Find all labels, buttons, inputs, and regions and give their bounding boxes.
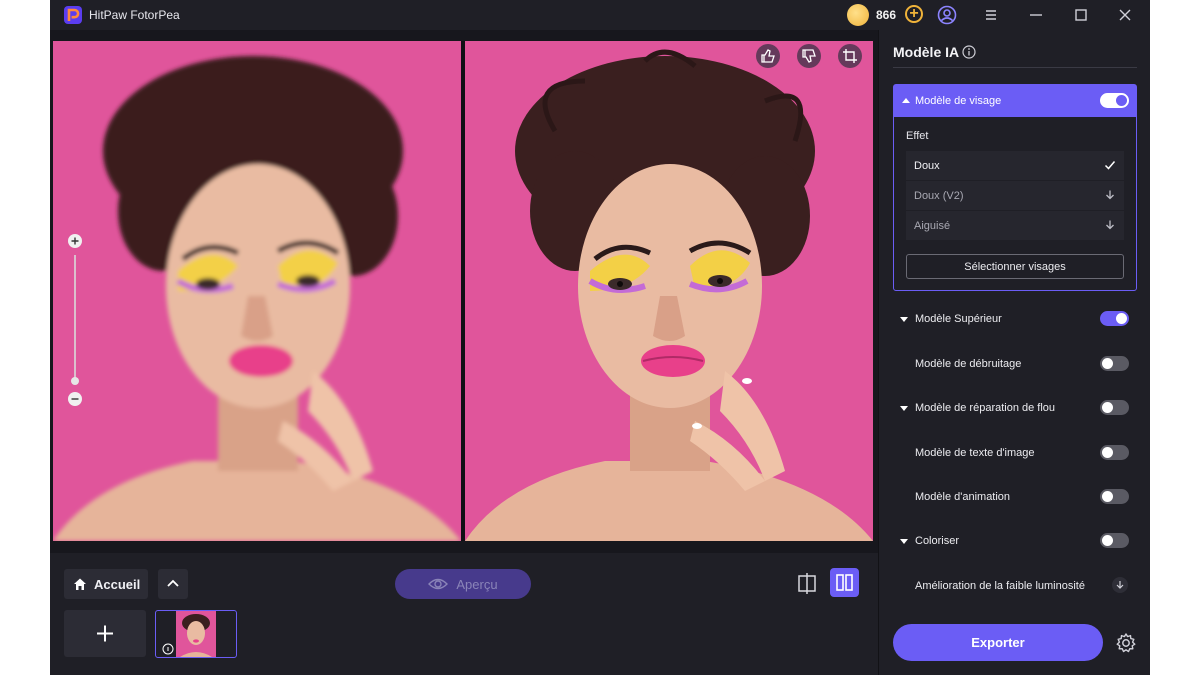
download-icon[interactable] [1104, 189, 1116, 201]
deblur-model-toggle[interactable] [1100, 400, 1129, 415]
image-thumbnail[interactable] [155, 610, 237, 658]
face-model-header[interactable]: Modèle de visage [894, 85, 1136, 117]
enhanced-photo [465, 41, 873, 541]
download-icon[interactable] [1104, 219, 1116, 231]
crop-button[interactable] [838, 44, 862, 68]
model-label: Modèle de texte d'image [915, 447, 1035, 459]
export-button[interactable]: Exporter [893, 624, 1103, 661]
app-window: HitPaw FotorPea 866 + Accueil Aperçu Mod… [50, 0, 1150, 675]
face-model-label: Modèle de visage [915, 95, 1002, 107]
superior-model-toggle[interactable] [1100, 311, 1129, 326]
user-account-icon[interactable] [937, 5, 957, 25]
minimize-icon[interactable] [1026, 5, 1046, 25]
animation-model-toggle[interactable] [1100, 489, 1129, 504]
effect-option-doux-v2[interactable]: Doux (V2) [906, 181, 1124, 211]
split-view-icon[interactable] [794, 569, 820, 597]
text-image-model-toggle[interactable] [1100, 445, 1129, 460]
info-icon[interactable] [962, 45, 976, 59]
effect-title: Effet [906, 130, 929, 142]
crop-icon [843, 49, 857, 63]
caret-down-icon [900, 317, 908, 322]
plus-icon [97, 625, 113, 642]
effect-option-label: Doux (V2) [914, 190, 964, 202]
coin-icon [847, 4, 869, 26]
model-label: Modèle de débruitage [915, 358, 1022, 370]
model-label: Modèle Supérieur [915, 313, 1002, 325]
side-by-side-view-button[interactable] [830, 568, 859, 597]
home-button[interactable]: Accueil [64, 569, 148, 599]
maximize-icon[interactable] [1071, 5, 1091, 25]
chevron-up-icon [167, 579, 179, 587]
thumbs-down-icon [802, 49, 816, 63]
app-title: HitPaw FotorPea [89, 8, 180, 22]
select-faces-button[interactable]: Sélectionner visages [906, 254, 1124, 279]
thumbs-up-icon [761, 49, 775, 63]
model-label: Modèle d'animation [915, 491, 1011, 503]
zoom-slider[interactable] [67, 233, 83, 408]
download-icon [1116, 581, 1124, 589]
low-light-download-button[interactable] [1112, 577, 1128, 593]
title-bar: HitPaw FotorPea 866 + [50, 0, 1150, 30]
preview-label: Aperçu [456, 576, 498, 592]
panel-divider [893, 67, 1137, 68]
face-model-toggle[interactable] [1100, 93, 1129, 108]
colorize-model-toggle[interactable] [1100, 533, 1129, 548]
effect-option-aiguise[interactable]: Aiguisé [906, 211, 1124, 241]
eye-icon [428, 578, 449, 590]
caret-up-icon [902, 98, 910, 103]
menu-icon[interactable] [981, 5, 1001, 25]
original-photo [53, 41, 461, 541]
caret-down-icon [900, 539, 908, 544]
panel-title: Modèle IA [893, 44, 960, 60]
image-canvas [50, 30, 878, 553]
dislike-button[interactable] [797, 44, 821, 68]
model-label: Coloriser [915, 535, 960, 547]
bottom-toolbar: Accueil Aperçu [50, 553, 878, 675]
effect-option-label: Doux [914, 160, 940, 172]
coin-count: 866 [876, 8, 897, 22]
close-icon[interactable] [1115, 5, 1135, 25]
gear-icon[interactable] [1115, 632, 1137, 654]
collapse-button[interactable] [158, 569, 188, 599]
effect-option-doux[interactable]: Doux [906, 151, 1124, 181]
info-badge-icon [162, 643, 174, 655]
ai-model-panel: Modèle IA Modèle de visage Effet Doux Do [878, 30, 1150, 675]
check-icon [1104, 161, 1116, 170]
add-image-button[interactable] [64, 610, 146, 657]
model-label: Modèle de réparation de flou [915, 402, 1056, 414]
face-model-section: Modèle de visage Effet Doux Doux (V2) Ai… [893, 84, 1137, 291]
home-icon [74, 578, 86, 590]
effect-option-label: Aiguisé [914, 220, 951, 232]
app-logo-icon [64, 6, 82, 24]
side-by-side-icon [836, 574, 853, 591]
add-coins-button[interactable]: + [905, 5, 923, 23]
model-label: Amélioration de la faible luminosité [915, 580, 1085, 592]
denoise-model-toggle[interactable] [1100, 356, 1129, 371]
like-button[interactable] [756, 44, 780, 68]
home-label: Accueil [94, 576, 141, 592]
caret-down-icon [900, 406, 908, 411]
preview-button[interactable]: Aperçu [395, 569, 531, 599]
